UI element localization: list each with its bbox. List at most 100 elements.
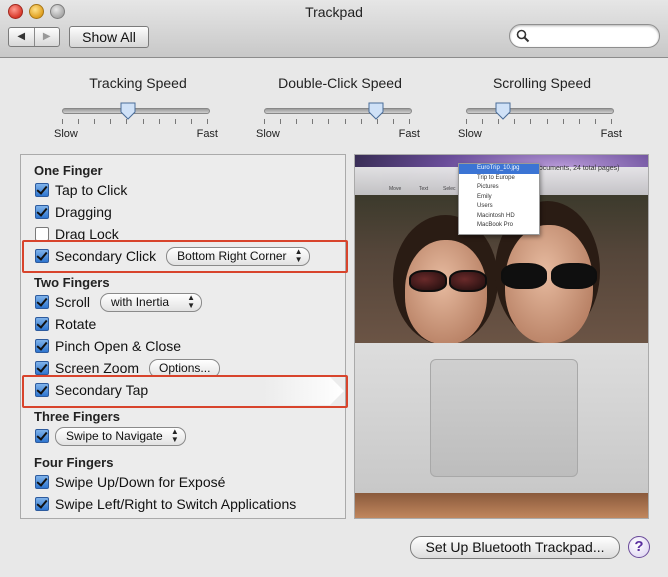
slider-tick [360, 119, 362, 124]
swipe-leftright-checkbox[interactable] [35, 497, 49, 511]
path-menu-item: Trip to Europe [477, 174, 515, 181]
slider-tick [482, 119, 484, 124]
three-finger-swipe-popup[interactable]: Swipe to Navigate ▲ ▼ [55, 426, 186, 446]
popup-arrows-icon: ▲ ▼ [170, 426, 179, 444]
dragging-label: Dragging [55, 204, 112, 220]
three-fingers-heading: Three Fingers [34, 409, 120, 424]
scroll-popup-value: with Inertia [111, 294, 170, 309]
slider-tick [312, 119, 314, 124]
scroll-option[interactable]: Scroll with Inertia ▲ ▼ [35, 292, 203, 312]
dragging-checkbox[interactable] [35, 205, 49, 219]
gesture-preview-video: Move Text Selec documents, 24 total page… [354, 154, 649, 519]
slider-tick [328, 119, 330, 124]
screen-zoom-checkbox[interactable] [35, 361, 49, 375]
slider-tick [296, 119, 298, 124]
slider-tick [578, 119, 580, 124]
slider-ticks [466, 119, 612, 125]
swipe-leftright-option[interactable]: Swipe Left/Right to Switch Applications [35, 495, 296, 513]
slider-tick [392, 119, 394, 124]
tap-to-click-checkbox[interactable] [35, 183, 49, 197]
laptop-palmrest [355, 343, 648, 493]
forward-arrow-icon[interactable]: ▶ [35, 28, 60, 46]
screen-zoom-label: Screen Zoom [55, 360, 140, 376]
three-finger-swipe-popup-value: Swipe to Navigate [66, 428, 163, 443]
slider-tick [409, 119, 410, 124]
slider-tick [611, 119, 612, 124]
slider-min-label: Slow [458, 128, 482, 140]
sunglasses-icon [409, 270, 447, 292]
three-finger-swipe-option[interactable]: Swipe to Navigate ▲ ▼ [35, 426, 186, 446]
title-bar: Trackpad ◀ ▶ Show All [0, 0, 668, 58]
scroll-popup[interactable]: with Inertia ▲ ▼ [100, 292, 203, 312]
drag-lock-checkbox[interactable] [35, 227, 49, 241]
slider-tick [158, 119, 160, 124]
secondary-tap-highlight [22, 375, 348, 408]
slider-tick [280, 119, 282, 124]
slider-thumb[interactable] [368, 102, 384, 120]
slider-track[interactable] [62, 108, 210, 114]
slider-min-label: Slow [54, 128, 78, 140]
tracking-speed-title: Tracking Speed [89, 75, 187, 91]
slider-tick [62, 119, 63, 124]
back-forward-control: ◀ ▶ [8, 27, 60, 47]
swipe-updown-option[interactable]: Swipe Up/Down for Exposé [35, 473, 225, 491]
slider-tick [594, 119, 596, 124]
scrolling-speed-title: Scrolling Speed [492, 75, 592, 91]
three-finger-swipe-checkbox[interactable] [35, 429, 49, 443]
path-menu-item: Users [477, 203, 493, 209]
search-input[interactable] [532, 27, 651, 45]
slider-track[interactable] [264, 108, 412, 114]
path-menu-item: Macintosh HD [477, 212, 515, 219]
path-menu-item: Emily [477, 193, 492, 200]
slider-tick [530, 119, 532, 124]
window-title: Trackpad [305, 4, 363, 20]
rotate-option[interactable]: Rotate [35, 315, 96, 333]
slider-tick [514, 119, 516, 124]
slider-max-label: Fast [600, 128, 622, 140]
slider-tick [344, 119, 346, 124]
four-fingers-heading: Four Fingers [34, 455, 114, 470]
pinch-option[interactable]: Pinch Open & Close [35, 337, 181, 355]
scroll-checkbox[interactable] [35, 295, 49, 309]
pinch-checkbox[interactable] [35, 339, 49, 353]
slider-thumb[interactable] [120, 102, 136, 120]
path-menu-item: EuroTrip_10.jpg [459, 164, 539, 174]
help-button[interactable]: ? [628, 536, 650, 558]
double-click-speed-title: Double-Click Speed [278, 75, 402, 91]
slider-track[interactable] [466, 108, 614, 114]
one-finger-heading: One Finger [34, 163, 103, 178]
swipe-updown-checkbox[interactable] [35, 475, 49, 489]
slider-tick [94, 119, 96, 124]
path-menu-item: MacBook Pro [477, 222, 514, 228]
gesture-options-panel: One Finger Tap to Click Dragging Drag Lo… [20, 154, 346, 519]
back-arrow-icon[interactable]: ◀ [9, 28, 35, 46]
setup-bluetooth-trackpad-button[interactable]: Set Up Bluetooth Trackpad... [410, 536, 620, 559]
dragging-option[interactable]: Dragging [35, 203, 112, 221]
sunglasses-icon [449, 270, 487, 292]
finder-toolbar-label: Selec [443, 186, 456, 192]
finder-info-text: documents, 24 total pages) [535, 165, 620, 172]
search-icon [516, 29, 530, 43]
slider-tick [546, 119, 548, 124]
slider-tick [264, 119, 265, 124]
slider-thumb[interactable] [495, 102, 511, 120]
finder-toolbar-label: Text [419, 186, 429, 192]
path-menu: EuroTrip_10.jpg Trip to Europe Pictures … [458, 163, 540, 235]
rotate-label: Rotate [55, 316, 97, 332]
trackpad-image [430, 359, 578, 477]
slider-tick [562, 119, 564, 124]
rotate-checkbox[interactable] [35, 317, 49, 331]
slider-tick [207, 119, 208, 124]
show-all-button[interactable]: Show All [69, 26, 149, 48]
tap-to-click-label: Tap to Click [55, 182, 128, 198]
slider-tick [142, 119, 144, 124]
slider-tick [190, 119, 192, 124]
slider-min-label: Slow [256, 128, 280, 140]
slider-tick [78, 119, 80, 124]
slider-ticks [264, 119, 410, 125]
search-field[interactable] [509, 24, 660, 48]
slider-tick [110, 119, 112, 124]
tap-to-click-option[interactable]: Tap to Click [35, 181, 127, 199]
double-click-speed-slider: Double-Click Speed Slow Fast [256, 75, 420, 140]
slider-tick [174, 119, 176, 124]
